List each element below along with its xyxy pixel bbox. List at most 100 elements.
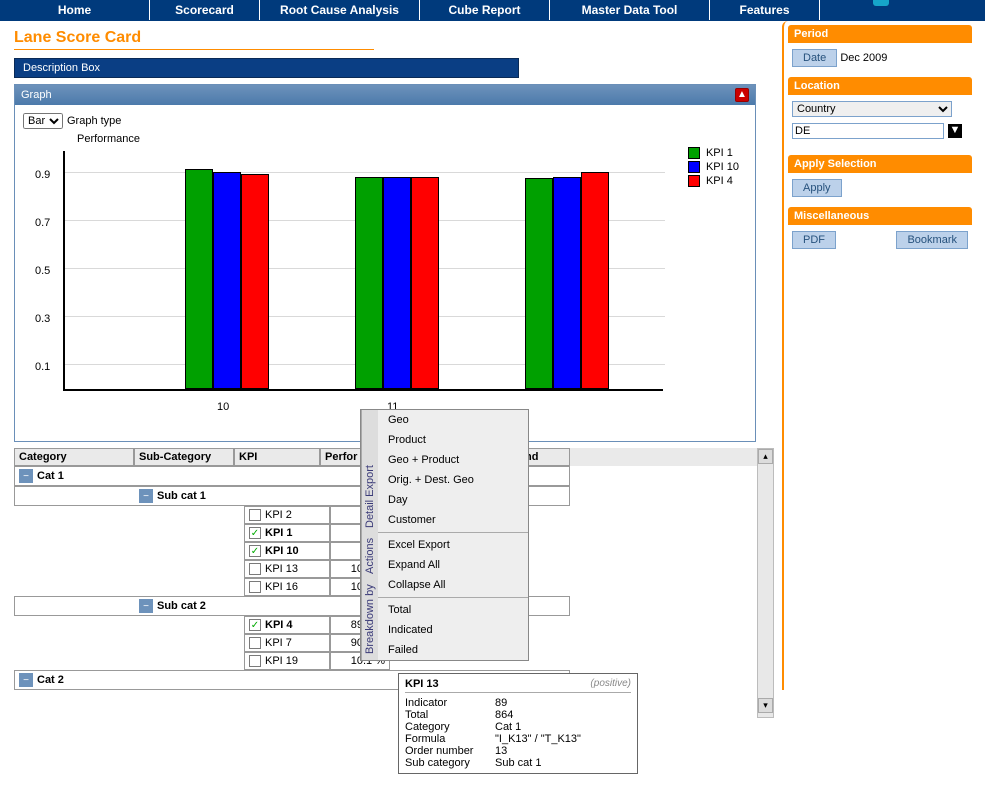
tooltip-title: KPI 13 (405, 678, 439, 690)
tree-label[interactable]: Cat 2 (37, 674, 64, 686)
y-tick: 0.1 (35, 361, 50, 373)
menu-item[interactable]: Day (378, 490, 528, 510)
menu-item[interactable]: Excel Export (378, 535, 528, 555)
tooltip-value: 89 (495, 697, 507, 709)
miscellaneous-header: Miscellaneous (788, 207, 972, 225)
collapse-icon[interactable]: − (139, 489, 153, 503)
date-value: Dec 2009 (840, 52, 887, 64)
menu-item[interactable]: Expand All (378, 555, 528, 575)
kpi-label[interactable]: KPI 2 (265, 509, 292, 521)
menu-section-label: Breakdown by (364, 582, 376, 656)
collapse-icon[interactable]: − (139, 599, 153, 613)
nav-scorecard[interactable]: Scorecard (150, 0, 260, 20)
legend-swatch (688, 161, 700, 173)
bar[interactable] (213, 172, 241, 389)
menu-item[interactable]: Collapse All (378, 575, 528, 595)
nav-cube-report[interactable]: Cube Report (420, 0, 550, 20)
checkbox[interactable] (249, 509, 261, 521)
tooltip-value: Cat 1 (495, 721, 521, 733)
tree-label[interactable]: Cat 1 (37, 470, 64, 482)
menu-item[interactable]: Geo (378, 410, 528, 430)
checkbox[interactable] (249, 637, 261, 649)
kpi-tooltip: KPI 13 (positive) Indicator89Total864Cat… (398, 673, 638, 774)
tooltip-value: Sub cat 1 (495, 757, 541, 769)
legend-label: KPI 4 (706, 175, 733, 187)
bar[interactable] (241, 174, 269, 389)
tooltip-key: Indicator (405, 697, 495, 709)
menu-item[interactable]: Customer (378, 510, 528, 530)
legend-label: KPI 10 (706, 161, 739, 173)
y-tick: 0.9 (35, 169, 50, 181)
pdf-button[interactable]: PDF (792, 231, 836, 249)
scroll-down-icon[interactable]: ▾ (758, 698, 773, 713)
bookmark-button[interactable]: Bookmark (896, 231, 968, 249)
y-tick: 0.7 (35, 217, 50, 229)
collapse-icon[interactable]: ▲ (735, 88, 749, 102)
bar[interactable] (581, 172, 609, 389)
kpi-label[interactable]: KPI 10 (265, 545, 299, 557)
tooltip-key: Sub category (405, 757, 495, 769)
apply-button[interactable]: Apply (792, 179, 842, 197)
chart-legend: KPI 1KPI 10KPI 4 (688, 147, 739, 189)
checkbox[interactable]: ✓ (249, 527, 261, 539)
kpi-label[interactable]: KPI 13 (265, 563, 298, 575)
menu-item[interactable]: Geo + Product (378, 450, 528, 470)
period-header: Period (788, 25, 972, 43)
apply-selection-header: Apply Selection (788, 155, 972, 173)
vertical-scrollbar[interactable]: ▴ ▾ (757, 448, 774, 718)
kpi-label[interactable]: KPI 7 (265, 637, 292, 649)
collapse-icon[interactable]: − (19, 469, 33, 483)
checkbox[interactable]: ✓ (249, 619, 261, 631)
menu-item[interactable]: Product (378, 430, 528, 450)
graph-type-select[interactable]: Bar (23, 113, 63, 129)
legend-swatch (688, 175, 700, 187)
bar[interactable] (185, 169, 213, 389)
nav-root-cause-analysis[interactable]: Root Cause Analysis (260, 0, 420, 20)
dropdown-icon[interactable]: ▼ (948, 124, 962, 138)
country-select[interactable]: Country (792, 101, 952, 117)
column-header[interactable]: KPI (234, 448, 320, 466)
checkbox[interactable] (249, 581, 261, 593)
bar[interactable] (355, 177, 383, 389)
menu-item[interactable]: Orig. + Dest. Geo (378, 470, 528, 490)
y-tick: 0.5 (35, 265, 50, 277)
logo-text-2: CODE (911, 0, 970, 2)
checkbox[interactable] (249, 655, 261, 667)
kpi-label[interactable]: KPI 4 (265, 619, 293, 631)
checkbox[interactable] (249, 563, 261, 575)
nav-master-data-tool[interactable]: Master Data Tool (550, 0, 710, 20)
menu-item[interactable]: Indicated (378, 620, 528, 640)
tooltip-value: 13 (495, 745, 507, 757)
kpi-label[interactable]: KPI 19 (265, 655, 298, 667)
nav-features[interactable]: Features (710, 0, 820, 20)
page-title: Lane Score Card (14, 29, 374, 50)
nav-home[interactable]: Home (0, 0, 150, 20)
collapse-icon[interactable]: − (19, 673, 33, 687)
description-box[interactable]: Description Box (14, 58, 519, 78)
kpi-label[interactable]: KPI 16 (265, 581, 298, 593)
scroll-up-icon[interactable]: ▴ (758, 449, 773, 464)
bar[interactable] (411, 177, 439, 389)
kpi-label[interactable]: KPI 1 (265, 527, 293, 539)
checkbox[interactable]: ✓ (249, 545, 261, 557)
tree-label[interactable]: Sub cat 1 (157, 490, 206, 502)
graph-type-label: Graph type (67, 115, 121, 127)
top-nav: HomeScorecardRoot Cause AnalysisCube Rep… (0, 0, 985, 21)
tooltip-key: Total (405, 709, 495, 721)
menu-item[interactable]: Failed (378, 640, 528, 660)
tooltip-key: Category (405, 721, 495, 733)
chart-area: Performance 0.10.30.50.70.9 1011 KPI 1KP… (23, 133, 747, 433)
chart-title: Performance (77, 133, 140, 145)
column-header[interactable]: Sub-Category (134, 448, 234, 466)
country-value-input[interactable] (792, 123, 944, 139)
graph-panel: Graph ▲ Bar Graph type Performance 0.10.… (14, 84, 756, 442)
bar[interactable] (525, 178, 553, 389)
date-button[interactable]: Date (792, 49, 837, 67)
tooltip-value: "I_K13" / "T_K13" (495, 733, 581, 745)
menu-item[interactable]: Total (378, 600, 528, 620)
bar[interactable] (383, 177, 411, 389)
column-header[interactable]: Category (14, 448, 134, 466)
context-menu: Breakdown byActionsDetail Export GeoProd… (360, 409, 529, 661)
tree-label[interactable]: Sub cat 2 (157, 600, 206, 612)
bar[interactable] (553, 177, 581, 389)
